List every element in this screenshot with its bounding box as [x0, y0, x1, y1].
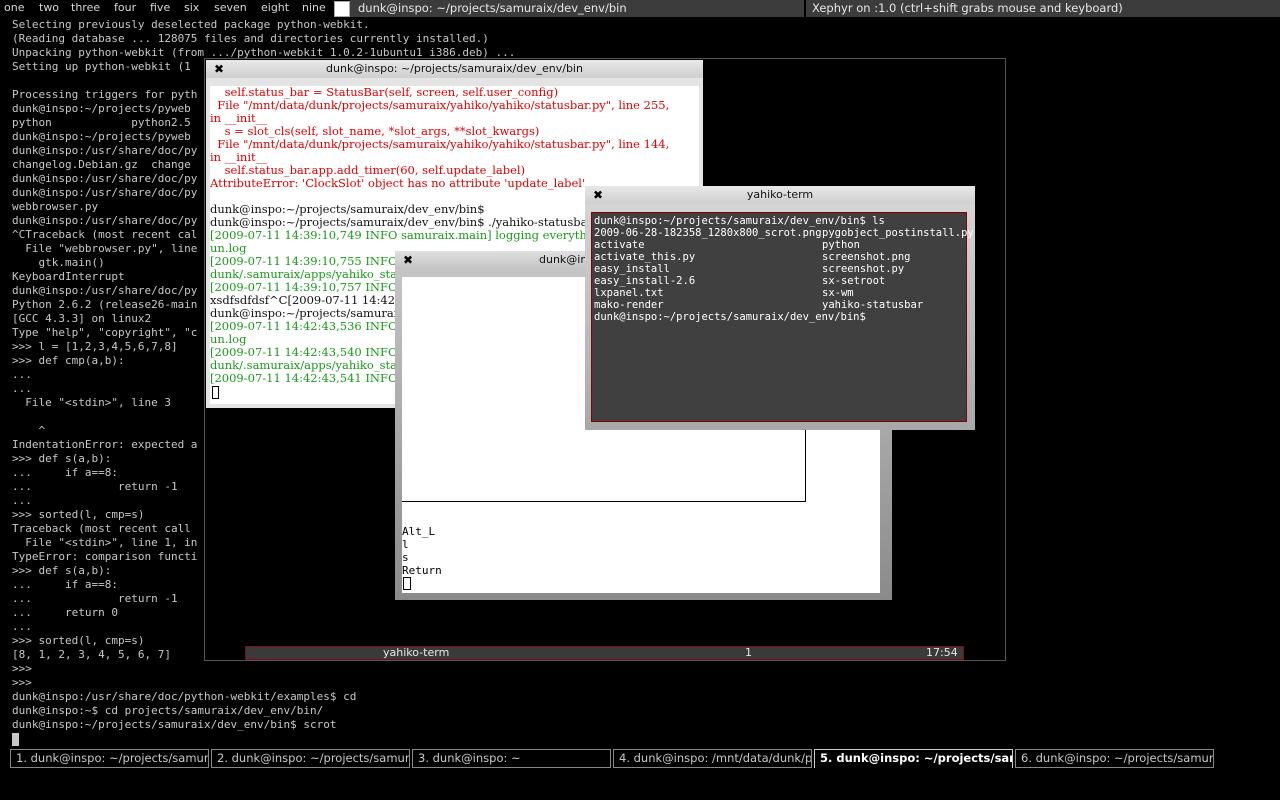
tag-nine[interactable]: nine — [302, 1, 326, 15]
file-entry: mako-render — [594, 299, 664, 311]
prompt-line: dunk@inspo:~/projects/samuraix/dev_env/b… — [594, 215, 885, 227]
file-entry: lxpanel.txt — [594, 287, 664, 299]
window-title: dunk@inspo: ~/projects/samuraix/dev_env/… — [326, 62, 583, 75]
taskbar: 1. dunk@inspo: ~/projects/samuraix/dev_e… — [10, 749, 1266, 770]
window-titlebar[interactable]: ✖ yahiko-term — [585, 186, 975, 204]
close-icon[interactable]: ✖ — [403, 251, 413, 269]
window-title: yahiko-term — [746, 188, 814, 201]
taskbar-item[interactable]: 3. dunk@inspo: ~ — [412, 749, 611, 768]
text-cursor — [403, 577, 411, 590]
terminal-line: [2009-07-11 14:42:43,536 INFO — [210, 319, 398, 333]
statusbar-clock: 17:54 — [926, 646, 958, 659]
file-entry: python — [822, 239, 860, 251]
terminal-line: xsdfsdfdsf^C[2009-07-11 14:42: — [210, 293, 399, 307]
file-entry: activate — [594, 239, 645, 251]
terminal-line: [2009-07-11 14:39:10,757 INFO — [210, 280, 398, 294]
taskbar-item[interactable]: 2. dunk@inspo: ~/projects/samuraix/dev_e… — [211, 749, 410, 768]
tag-six[interactable]: six — [184, 1, 199, 15]
close-icon[interactable]: ✖ — [214, 60, 224, 78]
prompt-line: dunk@inspo:~/projects/samuraix/dev_env/b… — [594, 311, 866, 323]
close-icon[interactable]: ✖ — [593, 186, 603, 204]
taskbar-item[interactable]: 1. dunk@inspo: ~/projects/samuraix/dev_e… — [10, 749, 209, 768]
terminal-line: dunk/.samuraix/apps/yahiko_sta — [210, 267, 397, 281]
terminal-line: self.status_bar.app.add_timer(60, self.u… — [224, 163, 526, 177]
key-log: Alt_L l s Return — [402, 525, 442, 577]
file-entry: 2009-06-28-182358_1280x800_scrot.png — [594, 227, 822, 239]
terminal-line: in __init__ — [210, 111, 268, 125]
yahiko-term-window[interactable]: ✖ yahiko-term dunk@inspo:~/projects/samu… — [585, 186, 975, 430]
file-entry: yahiko-statusbar — [822, 299, 924, 311]
terminal-line: dunk@inspo:~/projects/samuraix/dev_env/b… — [210, 202, 485, 216]
xephyr-status: Xephyr on :1.0 (ctrl+shift grabs mouse a… — [806, 0, 1280, 17]
terminal-line: un.log — [210, 241, 247, 255]
file-entry: sx-setroot — [822, 275, 886, 287]
terminal-line: in __init__ — [210, 150, 268, 164]
tag-seven[interactable]: seven — [214, 1, 247, 15]
tag-two[interactable]: two — [39, 1, 59, 15]
file-entry: screenshot.py — [822, 263, 905, 275]
terminal-line: [2009-07-11 14:39:10,755 INFO — [210, 254, 398, 268]
tag-five[interactable]: five — [150, 1, 170, 15]
terminal-line: [2009-07-11 14:42:43,540 INFO — [210, 345, 398, 359]
tag-four[interactable]: four — [114, 1, 136, 15]
statusbar-desktop[interactable]: 1 — [745, 647, 752, 659]
taskbar-item[interactable]: 4. dunk@inspo: /mnt/data/dunk/projects — [613, 749, 812, 768]
tag-one[interactable]: one — [4, 1, 24, 15]
yahiko-statusbar: yahiko-term 1 17:54 — [245, 646, 964, 660]
file-entry: pygobject_postinstall.py — [822, 227, 974, 239]
terminal-line: File "/mnt/data/dunk/projects/samuraix/y… — [217, 137, 670, 151]
terminal-cursor — [212, 386, 219, 399]
file-entry: sx-wm — [822, 287, 854, 299]
terminal-cursor — [12, 733, 19, 746]
terminal-line: [2009-07-11 14:42:43,541 INFO — [210, 371, 398, 385]
focused-window-title: dunk@inspo: ~/projects/samuraix/dev_env/… — [350, 0, 804, 17]
layout-indicator-icon[interactable] — [334, 1, 350, 17]
taskbar-item[interactable]: 6. dunk@inspo: ~/projects/samuraix/dev_e… — [1015, 749, 1214, 768]
terminal-line: File "/mnt/data/dunk/projects/samuraix/y… — [217, 98, 670, 112]
taskbar-item[interactable]: 5. dunk@inspo: ~/projects/samuraix/dev_e… — [814, 749, 1013, 768]
terminal-line: s = slot_cls(self, slot_name, *slot_args… — [224, 124, 540, 138]
statusbar-app[interactable]: yahiko-term — [383, 647, 449, 659]
terminal-line: dunk@inspo:~/projects/samuraix — [210, 306, 404, 320]
tag-eight[interactable]: eight — [261, 1, 289, 15]
window-titlebar[interactable]: ✖ dunk@inspo: ~/projects/samuraix/dev_en… — [206, 60, 703, 78]
terminal-line: [2009-07-11 14:39:10,749 INFO samuraix.m… — [210, 228, 606, 242]
tag-three[interactable]: three — [71, 1, 100, 15]
terminal-line: dunk@inspo:~/projects/samuraix/dev_env/b… — [210, 215, 593, 229]
terminal-line: dunk/.samuraix/apps/yahiko_sta — [210, 358, 397, 372]
terminal-line: un.log — [210, 332, 247, 346]
file-entry: activate_this.py — [594, 251, 696, 263]
file-entry: screenshot.png — [822, 251, 911, 263]
terminal-line: AttributeError: 'ClockSlot' object has n… — [210, 176, 586, 190]
file-entry: easy_install-2.6 — [594, 275, 696, 287]
file-entry: easy_install — [594, 263, 670, 275]
terminal-body[interactable]: dunk@inspo:~/projects/samuraix/dev_env/b… — [591, 212, 974, 422]
